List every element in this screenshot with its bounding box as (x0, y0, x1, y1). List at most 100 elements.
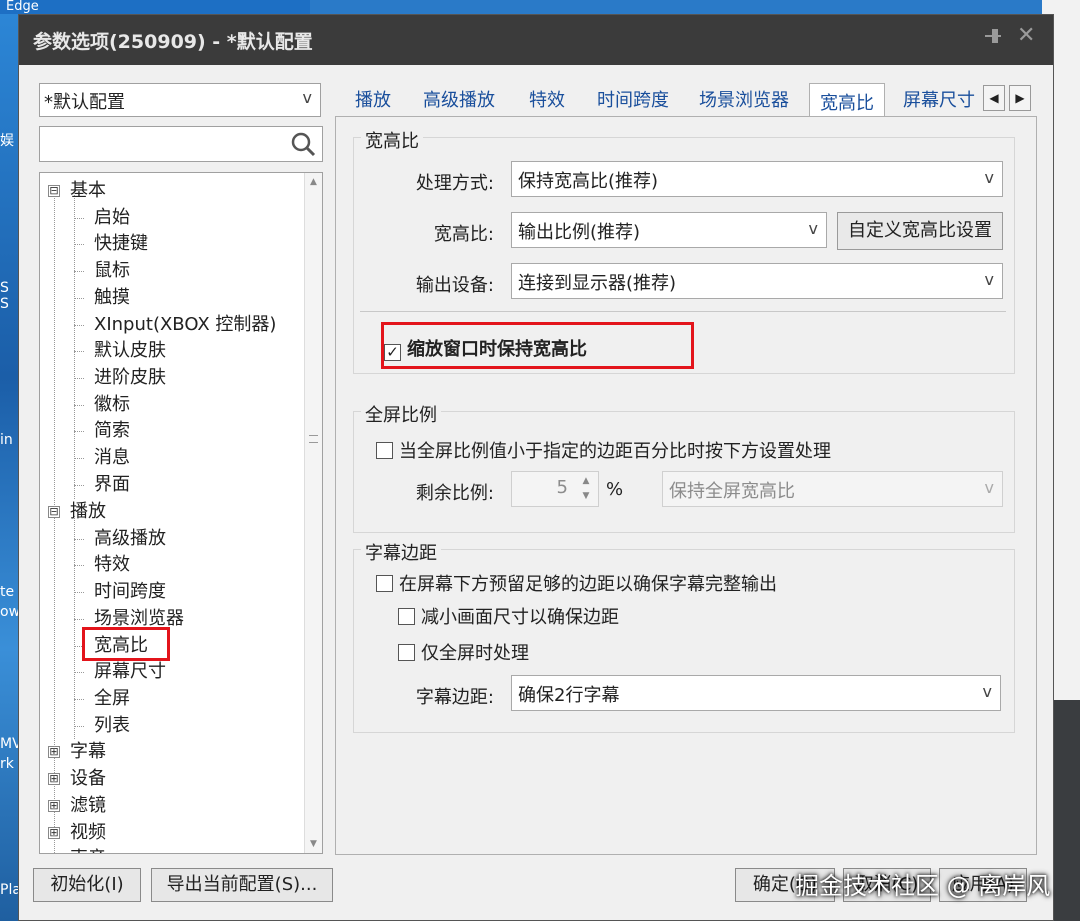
checkbox-unchecked-icon[interactable] (376, 575, 393, 592)
group-title: 字幕边距 (361, 539, 441, 565)
checkbox-unchecked-icon[interactable] (398, 608, 415, 625)
device-select[interactable]: 连接到显示器(推荐) v (511, 263, 1003, 299)
expand-icon[interactable]: ⊞ (48, 746, 60, 758)
tree-scrollbar[interactable]: ▲ ▼ (304, 173, 322, 853)
tree-node-label: 简索 (94, 420, 130, 441)
fullscreen-only-checkbox[interactable]: 仅全屏时处理 (398, 639, 529, 664)
chevron-down-icon: v (808, 219, 818, 238)
checkbox-highlight (381, 322, 694, 369)
aspect-ratio-panel: 宽高比 处理方式: 保持宽高比(推荐) v 宽高比: 输出比例(推荐) v 自定… (335, 116, 1037, 855)
watermark: 掘金技术社区 @ 离岸风 (795, 872, 1051, 900)
collapse-icon[interactable]: ⊟ (48, 506, 60, 518)
tab-aspect-ratio[interactable]: 宽高比 (809, 83, 885, 119)
spin-down-icon[interactable]: ▼ (576, 489, 596, 504)
chevron-down-icon: v (302, 88, 312, 107)
fullscreen-threshold-checkbox[interactable]: 当全屏比例值小于指定的边距百分比时按下方设置处理 (376, 437, 831, 462)
custom-aspect-button[interactable]: 自定义宽高比设置 (837, 212, 1003, 250)
search-icon[interactable] (290, 131, 316, 157)
tree-node-label: 启始 (94, 207, 130, 228)
tree-node-label: 时间跨度 (94, 581, 166, 602)
processing-value: 保持宽高比(推荐) (518, 171, 659, 192)
checkbox-unchecked-icon[interactable] (376, 442, 393, 459)
fullscreen-mode-value: 保持全屏宽高比 (669, 481, 795, 502)
percent-unit: % (606, 479, 624, 500)
chevron-down-icon: v (982, 682, 992, 701)
close-icon[interactable]: ✕ (1017, 23, 1035, 48)
tree-selection-highlight (82, 627, 170, 661)
tree-node-label: 鼠标 (94, 260, 130, 281)
tab-scroll-left-icon[interactable]: ◀ (983, 85, 1005, 111)
remain-ratio-label: 剩余比例: (415, 483, 494, 504)
tree-node-label: 基本 (70, 180, 106, 201)
window-title: 参数选项(250909) - *默认配置 (33, 31, 313, 53)
chevron-down-icon: v (984, 270, 994, 289)
tree-node-label: 播放 (70, 501, 106, 522)
tree-node-label: XInput(XBOX 控制器) (94, 314, 277, 335)
tree-node-label: 进阶皮肤 (94, 367, 166, 388)
ratio-select[interactable]: 输出比例(推荐) v (511, 212, 827, 248)
scrollbar-grip[interactable] (309, 435, 318, 443)
expand-icon[interactable]: ⊞ (48, 827, 60, 839)
tree-node-label: 设备 (70, 768, 106, 789)
device-value: 连接到显示器(推荐) (518, 273, 677, 294)
chevron-down-icon: v (984, 168, 994, 187)
tab-effects[interactable]: 特效 (529, 86, 565, 116)
subtitle-margin-value: 确保2行字幕 (518, 685, 620, 706)
scroll-up-icon[interactable]: ▲ (305, 173, 322, 191)
tree-node-label: 特效 (94, 554, 130, 575)
processing-label: 处理方式: (415, 173, 494, 194)
title-bar[interactable]: 参数选项(250909) - *默认配置 ✕ (19, 15, 1053, 65)
spin-up-icon[interactable]: ▲ (576, 474, 596, 489)
checkbox-unchecked-icon[interactable] (398, 644, 415, 661)
tab-timespan[interactable]: 时间跨度 (597, 86, 669, 116)
group-separator (360, 311, 1006, 312)
scroll-down-icon[interactable]: ▼ (305, 835, 322, 853)
subtitle-margin-select[interactable]: 确保2行字幕 v (511, 675, 1001, 711)
search-input[interactable] (39, 126, 323, 162)
profile-select[interactable]: *默认配置 v (39, 83, 321, 117)
desktop-top-label: Edge (0, 0, 310, 14)
device-label: 输出设备: (415, 275, 494, 296)
tree-node-label: 全屏 (94, 688, 130, 709)
tab-scene-browser[interactable]: 场景浏览器 (699, 86, 789, 116)
ratio-value: 输出比例(推荐) (518, 222, 641, 243)
remain-ratio-spinner[interactable]: 5 ▲ ▼ (511, 471, 599, 507)
reserve-margin-checkbox[interactable]: 在屏幕下方预留足够的边距以确保字幕完整输出 (376, 570, 777, 595)
shrink-picture-checkbox[interactable]: 减小画面尺寸以确保边距 (398, 603, 619, 628)
expand-icon[interactable]: ⊞ (48, 853, 60, 854)
tab-screen-size[interactable]: 屏幕尺寸 (903, 86, 975, 116)
remain-ratio-value: 5 (556, 477, 568, 498)
collapse-icon[interactable]: ⊟ (48, 185, 60, 197)
desktop-fragment: rk (0, 756, 14, 772)
fullscreen-mode-select[interactable]: 保持全屏宽高比 v (662, 471, 1003, 507)
expand-icon[interactable]: ⊞ (48, 800, 60, 812)
tree-node-label: 列表 (94, 715, 130, 736)
tree-node-label: 字幕 (70, 741, 106, 762)
desktop-fragment: in (0, 432, 13, 448)
profile-select-value: *默认配置 (44, 92, 125, 113)
tab-playback[interactable]: 播放 (355, 86, 391, 116)
desktop-fragment: te (0, 584, 15, 600)
tree-node-label: 默认皮肤 (94, 340, 166, 361)
ratio-label: 宽高比: (433, 224, 494, 245)
subtitle-margin-label: 字幕边距: (415, 687, 494, 708)
settings-tree[interactable]: ⊟ 基本 启始 快捷键 鼠标 触摸 XInput(XBOX 控制器) 默认皮肤 … (39, 172, 323, 854)
checkbox-label: 在屏幕下方预留足够的边距以确保字幕完整输出 (399, 574, 777, 595)
init-button[interactable]: 初始化(I) (33, 868, 141, 902)
export-config-button[interactable]: 导出当前配置(S)... (151, 868, 333, 902)
options-dialog: 参数选项(250909) - *默认配置 ✕ *默认配置 v ⊟ 基本 启始 快… (18, 14, 1054, 921)
tab-scroll-right-icon[interactable]: ▶ (1009, 85, 1031, 111)
tree-node-label: 界面 (94, 474, 130, 495)
tab-advanced-playback[interactable]: 高级播放 (423, 86, 495, 116)
desktop-fragment: ow (0, 604, 21, 620)
tree-node-label: 声音 (70, 846, 106, 853)
tree-content: ⊟ 基本 启始 快捷键 鼠标 触摸 XInput(XBOX 控制器) 默认皮肤 … (40, 173, 304, 853)
tab-strip: 播放 高级播放 特效 时间跨度 场景浏览器 宽高比 屏幕尺寸 ◀ ▶ (337, 83, 1037, 119)
processing-select[interactable]: 保持宽高比(推荐) v (511, 161, 1003, 197)
tree-node-label: 滤镜 (70, 795, 106, 816)
pin-icon[interactable] (981, 25, 1003, 53)
expand-icon[interactable]: ⊞ (48, 773, 60, 785)
tree-node-label: 触摸 (94, 287, 130, 308)
tree-node-label: 屏幕尺寸 (94, 661, 166, 682)
chevron-down-icon: v (984, 478, 994, 497)
